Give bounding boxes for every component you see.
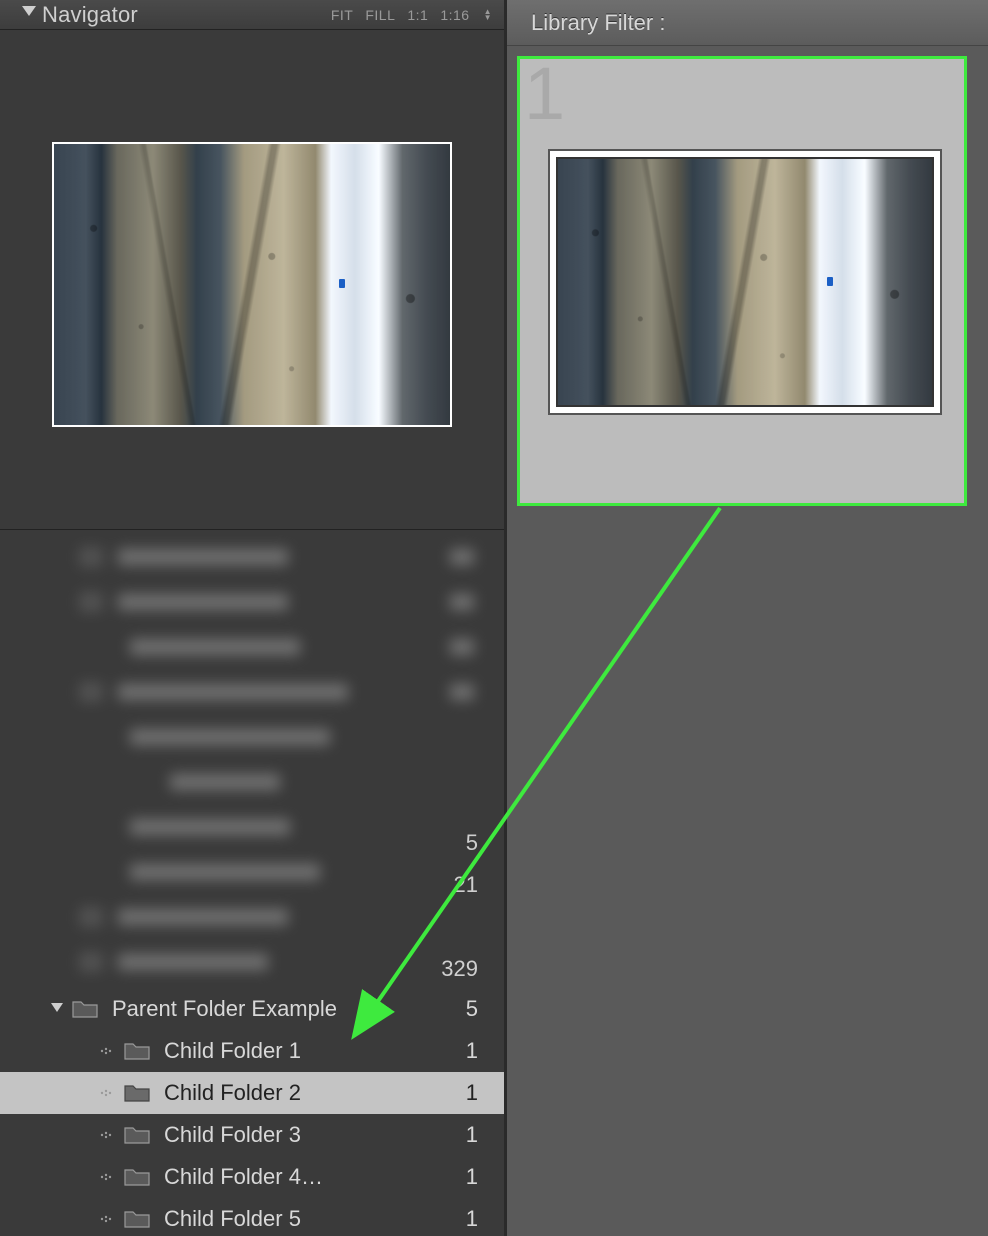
folder-icon (72, 999, 98, 1019)
climber-icon (827, 277, 833, 286)
navigator-thumbnail[interactable] (52, 142, 452, 427)
folder-dots-icon (100, 1130, 114, 1140)
folder-count: 1 (466, 1038, 478, 1064)
folder-count: 1 (466, 1164, 478, 1190)
zoom-1-1[interactable]: 1:1 (407, 7, 428, 23)
folder-label: Child Folder 1 (164, 1038, 301, 1064)
navigator-header: Navigator FIT FILL 1:1 1:16 ▲▼ (0, 0, 504, 30)
navigator-preview-area (0, 30, 504, 530)
folder-row-parent[interactable]: Parent Folder Example 5 (0, 988, 504, 1030)
climber-icon (339, 279, 345, 288)
folder-dots-icon (100, 1214, 114, 1224)
folder-row-child-3[interactable]: Child Folder 3 1 (0, 1114, 504, 1156)
library-filter-title: Library Filter : (531, 10, 665, 36)
folder-label: Child Folder 4… (164, 1164, 323, 1190)
folder-count: 5 (466, 996, 478, 1022)
folder-dots-icon (100, 1046, 114, 1056)
navigator-zoom-options: FIT FILL 1:1 1:16 ▲▼ (331, 7, 504, 23)
folder-label: Child Folder 5 (164, 1206, 301, 1232)
folder-disclosure-icon[interactable] (50, 1003, 64, 1015)
folder-label: Child Folder 3 (164, 1122, 301, 1148)
folder-count-blurred-a: 5 (466, 830, 478, 856)
folder-icon (124, 1083, 150, 1103)
left-panel: Navigator FIT FILL 1:1 1:16 ▲▼ (0, 0, 504, 1236)
folder-label: Parent Folder Example (112, 996, 337, 1022)
folder-count: 1 (466, 1206, 478, 1232)
grid-thumbnail-cell[interactable]: 1 (517, 56, 967, 506)
library-panel: Library Filter : 1 (504, 0, 988, 1236)
zoom-fill[interactable]: FILL (365, 7, 395, 23)
zoom-fit[interactable]: FIT (331, 7, 354, 23)
folder-row-child-4[interactable]: Child Folder 4… 1 (0, 1156, 504, 1198)
folder-dots-icon (100, 1088, 114, 1098)
folder-icon (124, 1167, 150, 1187)
folder-icon (124, 1209, 150, 1229)
folders-panel: 5 21 329 Parent Folder Example 5 Child F… (0, 534, 504, 1236)
folder-dots-icon (100, 1172, 114, 1182)
folder-icon (124, 1125, 150, 1145)
folder-count: 1 (466, 1122, 478, 1148)
zoom-ratio[interactable]: 1:16 (440, 7, 469, 23)
library-filter-header: Library Filter : (507, 0, 988, 46)
folder-list: Parent Folder Example 5 Child Folder 11C… (0, 988, 504, 1236)
folder-count-blurred-c: 329 (441, 956, 478, 982)
navigator-title: Navigator (42, 2, 138, 28)
folder-icon (124, 1041, 150, 1061)
folder-label: Child Folder 2 (164, 1080, 301, 1106)
grid-cell-index: 1 (524, 51, 565, 136)
folder-row-child-2[interactable]: Child Folder 2 1 (0, 1072, 504, 1114)
folder-count: 1 (466, 1080, 478, 1106)
blurred-folder-list (0, 534, 504, 984)
folder-count-blurred-b: 21 (454, 872, 478, 898)
folder-row-child-1[interactable]: Child Folder 1 1 (0, 1030, 504, 1072)
zoom-stepper-icon[interactable]: ▲▼ (484, 9, 492, 21)
grid-thumbnail-frame (548, 149, 942, 415)
navigator-disclosure-icon[interactable] (22, 6, 36, 25)
folder-row-child-5[interactable]: Child Folder 5 1 (0, 1198, 504, 1236)
